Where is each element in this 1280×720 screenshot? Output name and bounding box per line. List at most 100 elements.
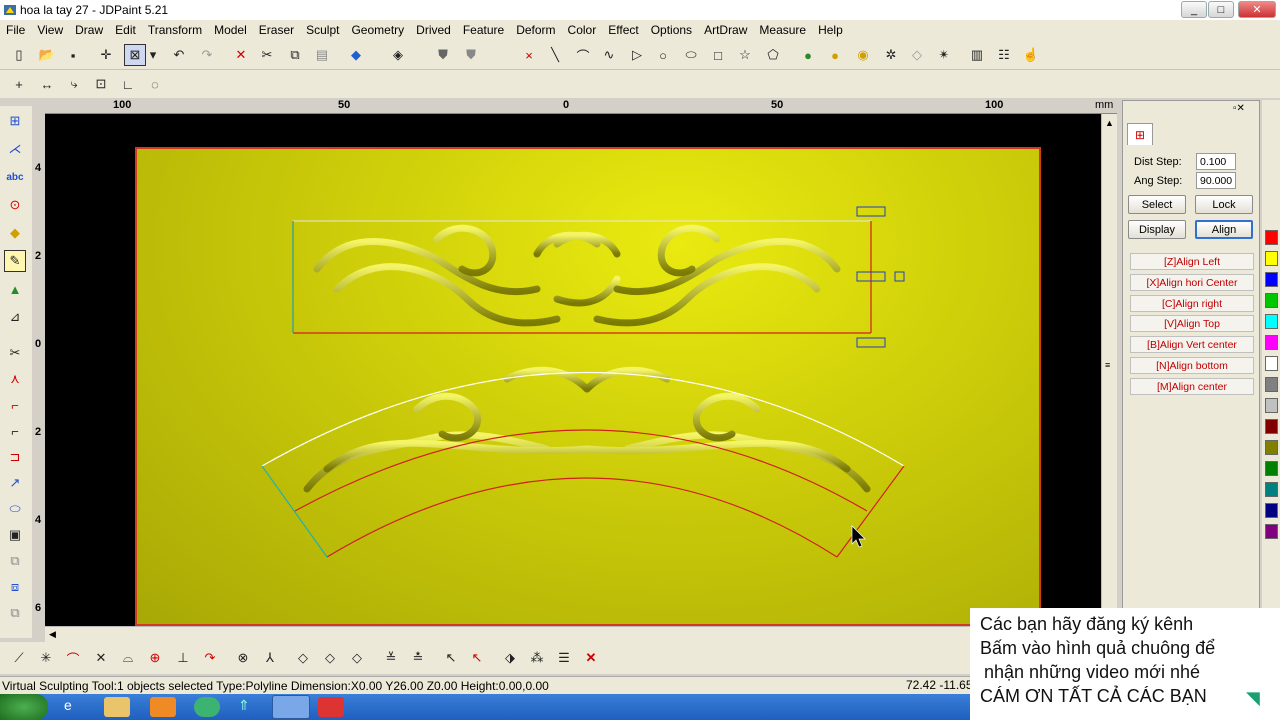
menu-color[interactable]: Color — [562, 23, 603, 37]
tangent-icon[interactable]: ↷ — [199, 647, 221, 669]
scroll-left-icon[interactable]: ◀ — [49, 629, 56, 640]
horizontal-scrollbar[interactable]: ◀ — [45, 626, 1101, 642]
paint-bucket-icon[interactable]: ▲ — [4, 278, 26, 300]
taskbar-jdpaint-icon[interactable] — [272, 695, 310, 719]
menu-transform[interactable]: Transform — [142, 23, 208, 37]
color-swatch[interactable] — [1265, 461, 1278, 476]
grid-icon[interactable]: ☷ — [993, 44, 1015, 66]
taskbar-recorder-icon[interactable] — [318, 697, 344, 717]
box-select-icon[interactable]: ⊡ — [90, 73, 112, 95]
node-diamond2-icon[interactable]: ◇ — [319, 647, 341, 669]
circle-icon[interactable]: ○ — [652, 44, 674, 66]
color-swatch[interactable] — [1265, 377, 1278, 392]
shield-icon[interactable]: ⛊ — [432, 44, 454, 66]
color-swatch[interactable] — [1265, 230, 1278, 245]
snap-icon[interactable]: ⅄ — [259, 647, 281, 669]
align-right-item[interactable]: [C]Align right — [1130, 295, 1254, 312]
node-diamond3-icon[interactable]: ◇ — [346, 647, 368, 669]
ang-step-input[interactable]: 90.000 — [1196, 172, 1236, 189]
view-3d-icon[interactable]: ◈ — [387, 44, 409, 66]
taskbar-folder-icon[interactable] — [104, 697, 130, 717]
point-icon[interactable]: × — [518, 44, 540, 66]
menu-eraser[interactable]: Eraser — [253, 23, 300, 37]
copy-shape-icon[interactable]: ⧉ — [4, 550, 26, 572]
start-button[interactable] — [0, 694, 48, 720]
color-swatch[interactable] — [1265, 335, 1278, 350]
taskbar-arrow-icon[interactable]: ⇑ — [238, 697, 264, 717]
spline-icon[interactable]: ∿ — [598, 44, 620, 66]
menu-geometry[interactable]: Geometry — [345, 23, 410, 37]
maximize-button[interactable]: □ — [1208, 1, 1234, 18]
color-swatch[interactable] — [1265, 419, 1278, 434]
align-top-item[interactable]: [V]Align Top — [1130, 315, 1254, 332]
scroll-up-icon[interactable]: ▲ — [1105, 118, 1114, 128]
align-center-item[interactable]: [M]Align center — [1130, 378, 1254, 395]
light-off-icon[interactable]: ◇ — [906, 44, 928, 66]
bulb-green-icon[interactable]: ● — [797, 44, 819, 66]
cut-icon[interactable]: ✂ — [256, 44, 278, 66]
sparkle-icon[interactable]: ✳ — [35, 647, 57, 669]
menu-file[interactable]: File — [0, 23, 31, 37]
undo-icon[interactable]: ↶ — [168, 44, 190, 66]
target-icon[interactable]: ⊕ — [144, 647, 166, 669]
menu-model[interactable]: Model — [208, 23, 253, 37]
ruler-tool-icon[interactable]: ⊿ — [4, 306, 26, 328]
pick-cancel-icon[interactable]: ↖ — [466, 647, 488, 669]
copy-icon[interactable]: ⧉ — [284, 44, 306, 66]
array-icon[interactable]: ⧉ — [4, 602, 26, 624]
taskbar-ie-icon[interactable]: e — [64, 697, 90, 717]
color-swatch[interactable] — [1265, 293, 1278, 308]
light-settings-icon[interactable]: ✴ — [933, 44, 955, 66]
menu-effect[interactable]: Effect — [602, 23, 644, 37]
minimize-button[interactable]: _ — [1181, 1, 1207, 18]
sculpt-brush-icon[interactable]: ✎ — [4, 250, 26, 272]
menu-options[interactable]: Options — [645, 23, 698, 37]
move-icon[interactable]: + — [8, 73, 30, 95]
color-swatch[interactable] — [1265, 314, 1278, 329]
cross-tool-icon[interactable]: ✕ — [90, 647, 112, 669]
align-hori-center-item[interactable]: [X]Align hori Center — [1130, 274, 1254, 291]
align-vert-center-item[interactable]: [B]Align Vert center — [1130, 336, 1254, 353]
arc-icon[interactable]: ⌒ — [572, 44, 594, 66]
close-button[interactable]: ✕ — [1238, 1, 1276, 18]
line-icon[interactable]: ╲ — [544, 44, 566, 66]
baseline-icon[interactable]: ≚ — [380, 647, 402, 669]
menu-help[interactable]: Help — [812, 23, 849, 37]
color-swatch[interactable] — [1265, 251, 1278, 266]
bend-icon[interactable]: ⌓ — [117, 647, 139, 669]
open-folder-icon[interactable]: 📂 — [36, 44, 58, 66]
scissors-icon[interactable]: ✂ — [4, 342, 26, 364]
angle-icon[interactable]: ∟ — [117, 73, 139, 95]
node-edit-icon[interactable]: ⋌ — [4, 138, 26, 160]
align-button[interactable]: Align — [1195, 220, 1253, 239]
list-icon[interactable]: ☰ — [553, 647, 575, 669]
color-swatch[interactable] — [1265, 503, 1278, 518]
select-tool-icon[interactable]: ⊞ — [4, 110, 26, 132]
bulb-yellow-icon[interactable]: ● — [824, 44, 846, 66]
vertical-scrollbar[interactable]: ▲ ≡ ▼ — [1101, 114, 1117, 626]
dimension-icon[interactable]: ↔ — [36, 73, 58, 95]
layers-icon[interactable]: ▥ — [966, 44, 988, 66]
scroll-thumb[interactable]: ≡ — [1105, 360, 1110, 370]
menu-artdraw[interactable]: ArtDraw — [698, 23, 753, 37]
shield-gray-icon[interactable]: ⛊ — [460, 44, 482, 66]
dist-step-input[interactable]: 0.100 — [1196, 153, 1236, 170]
transform-icon[interactable]: ⧈ — [4, 576, 26, 598]
baseline2-icon[interactable]: ≛ — [407, 647, 429, 669]
triangle-icon[interactable]: ▷ — [626, 44, 648, 66]
save-icon[interactable]: ▪ — [62, 44, 84, 66]
offset-curve-icon[interactable]: ⬭ — [4, 498, 26, 520]
stop-icon[interactable]: ⊙ — [4, 194, 26, 216]
menu-draw[interactable]: Draw — [69, 23, 109, 37]
menu-measure[interactable]: Measure — [753, 23, 812, 37]
color-swatch[interactable] — [1265, 440, 1278, 455]
polygon-icon[interactable]: ⬠ — [762, 44, 784, 66]
drawing-canvas[interactable] — [45, 114, 1101, 626]
cancel-icon[interactable]: ✕ — [580, 647, 602, 669]
node-diamond-icon[interactable]: ◇ — [292, 647, 314, 669]
menu-feature[interactable]: Feature — [457, 23, 510, 37]
menu-drived[interactable]: Drived — [410, 23, 457, 37]
wand-icon[interactable]: ⁂ — [526, 647, 548, 669]
ellipse-icon[interactable]: ⬭ — [680, 44, 702, 66]
mirror-icon[interactable]: ⬗ — [499, 647, 521, 669]
